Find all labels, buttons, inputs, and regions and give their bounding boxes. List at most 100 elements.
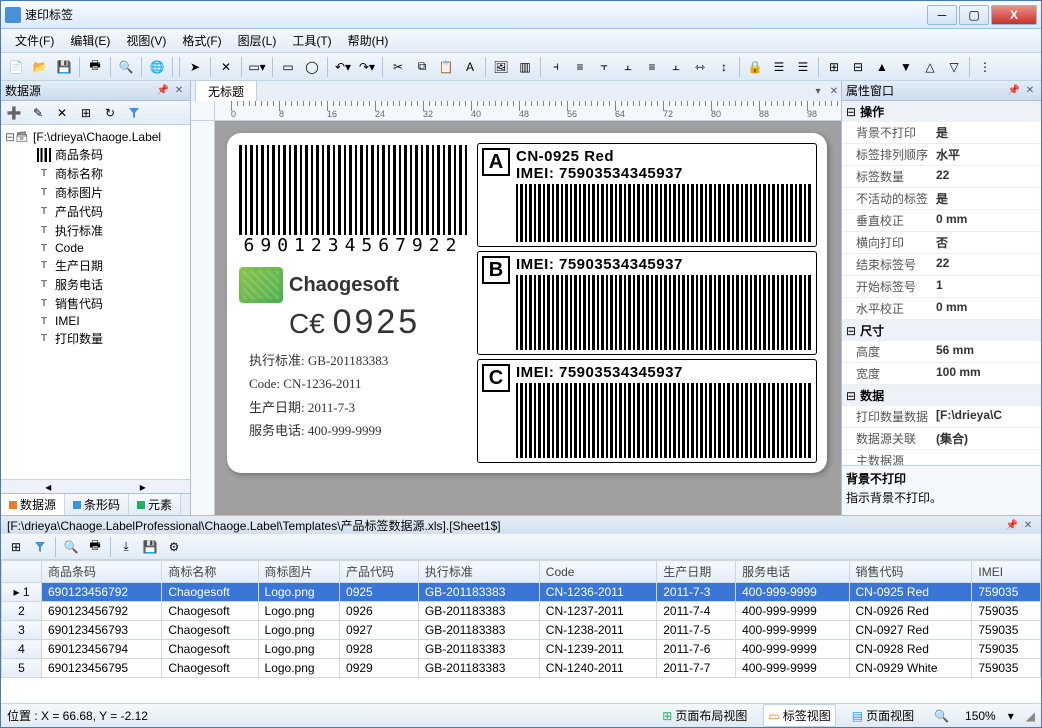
grid-cell[interactable]: 400-999-9999 [736,602,849,621]
grid-cell[interactable]: Logo.png [258,659,340,678]
combo-button[interactable]: ▭▾ [246,56,268,78]
grid-cell[interactable]: 0929 [340,659,419,678]
property-value[interactable]: 否 [932,232,1041,253]
grid-cell[interactable]: 759035 [972,621,1041,640]
grid-cell[interactable]: 759035 [972,659,1041,678]
grid-cell[interactable]: CN-1236-2011 [539,583,656,602]
grid-cell[interactable]: CN-1238-2011 [539,621,656,640]
label-info-line[interactable]: 生产日期: 2011-7-3 [249,396,467,419]
tree-item[interactable]: T生产日期 [3,256,188,275]
menu-item[interactable]: 文件(F) [7,30,62,51]
property-row[interactable]: 标签数量22 [842,166,1041,188]
grid-cell[interactable]: Chaogesoft [162,659,258,678]
menu-item[interactable]: 帮助(H) [340,30,397,51]
maximize-button[interactable]: ▢ [959,5,989,25]
doc-close-icon[interactable]: ✕ [827,84,841,98]
grid-cell[interactable]: 400-999-9999 [736,621,849,640]
panel-close-icon[interactable]: ✕ [172,84,186,98]
rect-button[interactable]: ▭ [277,56,299,78]
property-value[interactable]: 是 [932,122,1041,143]
format-button[interactable]: ⊞ [75,102,97,124]
grid-cell[interactable]: 0928 [340,640,419,659]
text-button[interactable]: A [459,56,481,78]
layer2-button[interactable]: ☰ [792,56,814,78]
grid-cell[interactable]: GB-201183383 [418,640,539,659]
grid-cell[interactable]: Chaogesoft [162,602,258,621]
property-value[interactable]: [F:\drieya\C [932,406,1041,427]
resize-grip-icon[interactable]: ◢ [1026,709,1035,723]
minimize-button[interactable]: ─ [927,5,957,25]
grid-cell[interactable]: 4 [2,640,42,659]
print-button[interactable]: 🖶 [84,536,106,558]
grid-cell[interactable]: Logo.png [258,621,340,640]
pointer-button[interactable]: ➤ [184,56,206,78]
grid-cell[interactable]: 1 [2,583,42,602]
table-row[interactable]: 2690123456792ChaogesoftLogo.png0926GB-20… [2,602,1041,621]
grid-header[interactable]: Code [539,561,656,583]
grid-header[interactable]: 执行标准 [418,561,539,583]
bwd-button[interactable]: ▽ [943,56,965,78]
group-button[interactable]: ⊞ [823,56,845,78]
property-value[interactable]: 22 [932,254,1041,275]
grid-cell[interactable]: 2 [2,602,42,621]
grid-cell[interactable]: 690123456793 [42,621,162,640]
grid-cell[interactable]: 400-999-9999 [736,659,849,678]
property-value[interactable]: 22 [932,166,1041,187]
menu-item[interactable]: 工具(T) [284,30,339,51]
layer-button[interactable]: ☰ [768,56,790,78]
property-category[interactable]: ⊟数据 [842,385,1041,406]
grid-header[interactable]: 商标名称 [162,561,258,583]
grid-cell[interactable]: 2011-7-7 [657,659,736,678]
ce-mark[interactable]: C€ 0925 [289,305,467,339]
lock-button[interactable]: 🔒 [744,56,766,78]
open-file-button[interactable]: 📂 [29,56,51,78]
undo-button[interactable]: ↶▾ [332,56,354,78]
grid-cell[interactable]: Chaogesoft [162,621,258,640]
grid-cell[interactable]: 690123456795 [42,659,162,678]
property-row[interactable]: 开始标签号1 [842,276,1041,298]
grid-cell[interactable]: 2011-7-4 [657,602,736,621]
property-value[interactable]: 水平 [932,144,1041,165]
grid-header[interactable]: 服务电话 [736,561,849,583]
grid-cell[interactable]: 759035 [972,583,1041,602]
data-grid-scroll[interactable]: 商品条码商标名称商标图片产品代码执行标准Code生产日期服务电话销售代码IMEI… [1,560,1041,703]
label-info-line[interactable]: 服务电话: 400-999-9999 [249,419,467,442]
grid-cell[interactable]: 400-999-9999 [736,640,849,659]
table-row[interactable]: 4690123456794ChaogesoftLogo.png0928GB-20… [2,640,1041,659]
grid-cell[interactable]: CN-1239-2011 [539,640,656,659]
property-row[interactable]: 背景不打印是 [842,122,1041,144]
grid-cell[interactable]: 3 [2,621,42,640]
menu-item[interactable]: 视图(V) [118,30,174,51]
align-top-button[interactable]: ⫠ [617,56,639,78]
menu-item[interactable]: 图层(L) [230,30,285,51]
front-button[interactable]: ▲ [871,56,893,78]
property-value[interactable]: 56 mm [932,341,1041,362]
scroll-right-icon[interactable]: ▸ [96,480,191,493]
grid-cell[interactable]: 690123456792 [42,602,162,621]
property-value[interactable]: 100 mm [932,363,1041,384]
grid-header[interactable]: 商标图片 [258,561,340,583]
property-value[interactable]: 1 [932,276,1041,297]
redo-button[interactable]: ↷▾ [356,56,378,78]
property-row[interactable]: 主数据源 [842,450,1041,465]
tree-item[interactable]: T商标名称 [3,164,188,183]
tree-item[interactable]: T执行标准 [3,221,188,240]
panel-pin-icon[interactable]: 📌 [1007,84,1021,98]
property-row[interactable]: 打印数量数据[F:\drieya\C [842,406,1041,428]
view-label-button[interactable]: ▭标签视图 [763,704,835,727]
grid-cell[interactable]: GB-201183383 [418,583,539,602]
tree-item[interactable]: TCode [3,240,188,256]
panel-close-icon[interactable]: ✕ [1023,84,1037,98]
fwd-button[interactable]: △ [919,56,941,78]
table-row[interactable]: 1690123456792ChaogesoftLogo.png0925GB-20… [2,583,1041,602]
zoom-fit-button[interactable]: 🔍 [930,707,953,725]
grid-cell[interactable]: Chaogesoft [162,640,258,659]
grid-header[interactable]: 生产日期 [657,561,736,583]
grid-cell[interactable]: GB-201183383 [418,621,539,640]
dist-v-button[interactable]: ↕ [713,56,735,78]
barcode-button[interactable]: ▥ [514,56,536,78]
grid-cell[interactable]: 0927 [340,621,419,640]
grid-cell[interactable]: CN-0926 Red [849,602,972,621]
grid-header[interactable]: 商品条码 [42,561,162,583]
save-button[interactable]: 💾 [53,56,75,78]
